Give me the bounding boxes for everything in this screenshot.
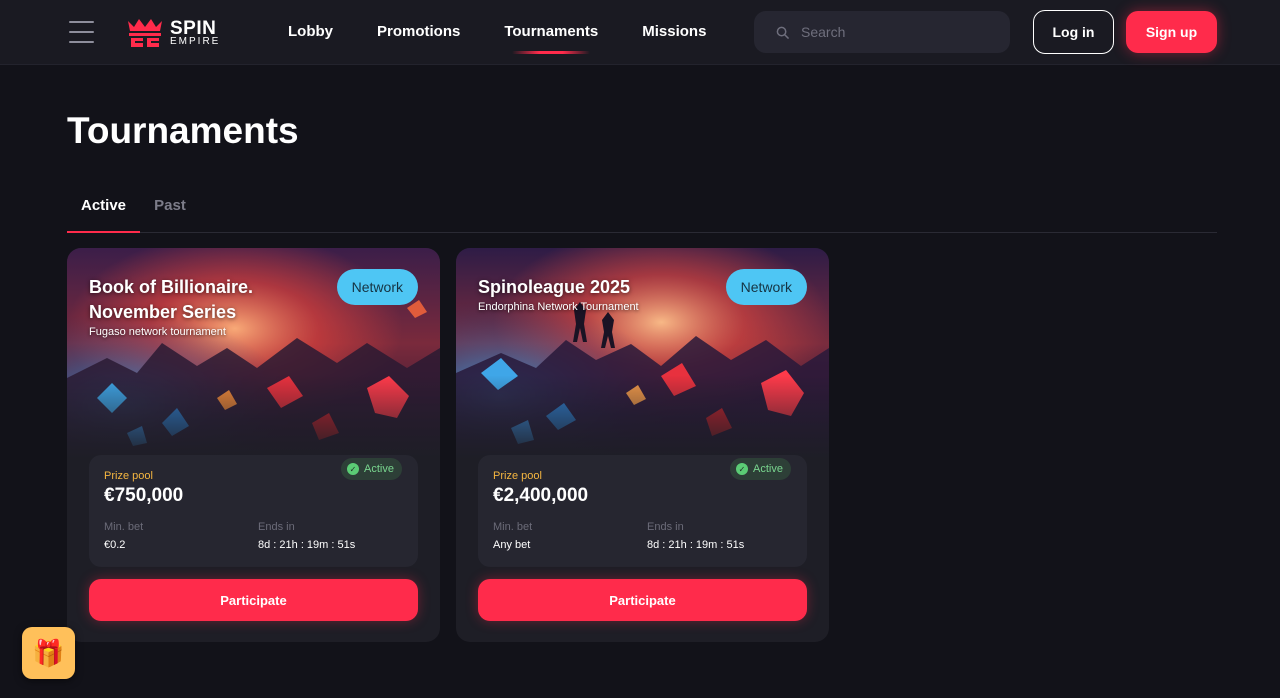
main-nav: Lobby Promotions Tournaments Missions: [266, 0, 728, 65]
nav-lobby[interactable]: Lobby: [266, 0, 355, 65]
tournament-title: Book of Billionaire. November Series Fug…: [89, 275, 319, 339]
tournament-info-panel: Prize pool €2,400,000 ✓ Active Min. bet …: [478, 455, 807, 567]
participate-button[interactable]: Participate: [89, 579, 418, 621]
status-badge: ✓ Active: [730, 458, 791, 480]
ends-in-value: 8d : 21h : 19m : 51s: [258, 539, 356, 551]
tournament-card[interactable]: Spinoleague 2025 Endorphina Network Tour…: [456, 248, 829, 642]
ends-in-label: Ends in: [647, 521, 684, 533]
hamburger-icon[interactable]: [69, 21, 94, 43]
top-header: SPIN EMPIRE Lobby Promotions Tournaments…: [0, 0, 1280, 65]
search-icon: [776, 26, 789, 39]
crown-logo-icon: [128, 19, 162, 47]
status-badge: ✓ Active: [341, 458, 402, 480]
prize-pool-value: €750,000: [104, 485, 184, 506]
nav-promotions[interactable]: Promotions: [355, 0, 482, 65]
logo-subname: EMPIRE: [170, 36, 221, 47]
login-button[interactable]: Log in: [1033, 10, 1114, 54]
min-bet-value: Any bet: [493, 539, 531, 551]
nav-tournaments[interactable]: Tournaments: [482, 0, 620, 65]
search-input[interactable]: [801, 24, 1001, 40]
tournament-title: Spinoleague 2025 Endorphina Network Tour…: [478, 275, 718, 314]
tab-active[interactable]: Active: [67, 184, 140, 233]
tournament-subtitle: Fugaso network tournament: [89, 326, 226, 338]
signup-button[interactable]: Sign up: [1126, 11, 1217, 53]
min-bet-value: €0.2: [104, 539, 126, 551]
gift-icon[interactable]: 🎁: [22, 627, 75, 679]
network-badge: Network: [336, 269, 418, 305]
prize-pool-value: €2,400,000: [493, 485, 589, 506]
tournament-info-panel: Prize pool €750,000 ✓ Active Min. bet €0…: [89, 455, 418, 567]
min-bet-label: Min. bet: [493, 521, 533, 533]
prize-pool-label: Prize pool: [104, 470, 153, 482]
search-box[interactable]: [754, 11, 1010, 53]
check-circle-icon: ✓: [736, 463, 749, 475]
tab-past[interactable]: Past: [140, 184, 200, 232]
nav-missions[interactable]: Missions: [620, 0, 728, 65]
check-circle-icon: ✓: [347, 463, 360, 475]
page-title: Tournaments: [67, 110, 299, 151]
ends-in-label: Ends in: [258, 521, 295, 533]
min-bet-label: Min. bet: [104, 521, 144, 533]
network-badge: Network: [725, 269, 807, 305]
tournament-card[interactable]: Book of Billionaire. November Series Fug…: [67, 248, 440, 642]
tournament-subtitle: Endorphina Network Tournament: [478, 301, 639, 313]
prize-pool-label: Prize pool: [493, 470, 542, 482]
participate-button[interactable]: Participate: [478, 579, 807, 621]
tournament-tabs: Active Past: [67, 184, 1217, 233]
logo[interactable]: SPIN EMPIRE: [126, 15, 220, 51]
ends-in-value: 8d : 21h : 19m : 51s: [647, 539, 745, 551]
